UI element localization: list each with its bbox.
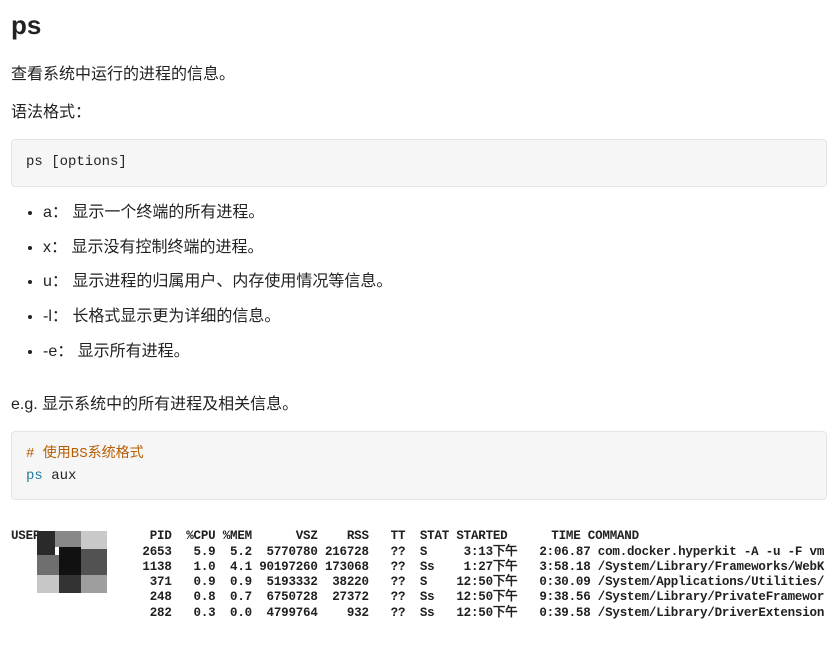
code-args: aux <box>43 468 77 484</box>
output-row: 371 0.9 0.9 5193332 38220 ?? S 12:50下午 0… <box>11 575 824 589</box>
redaction-overlay <box>37 531 109 593</box>
list-item: x： 显示没有控制终端的进程。 <box>43 236 827 261</box>
example-label: e.g. 显示系统中的所有进程及相关信息。 <box>11 393 827 417</box>
terminal-output: USER PID %CPU %MEM VSZ RSS TT STAT START… <box>11 514 827 651</box>
list-item: u： 显示进程的归属用户、内存使用情况等信息。 <box>43 270 827 295</box>
options-list: a： 显示一个终端的所有进程。 x： 显示没有控制终端的进程。 u： 显示进程的… <box>11 201 827 365</box>
list-item: -e： 显示所有进程。 <box>43 340 827 365</box>
output-row: 1138 1.0 4.1 90197260 173068 ?? Ss 1:27下… <box>11 560 824 574</box>
output-row: 2653 5.9 5.2 5770780 216728 ?? S 3:13下午 … <box>11 545 824 559</box>
syntax-codeblock: ps [options] <box>11 139 827 187</box>
code-comment: # 使用BS系统格式 <box>26 446 144 462</box>
output-row: 248 0.8 0.7 6750728 27372 ?? Ss 12:50下午 … <box>11 590 824 604</box>
output-row: 282 0.3 0.0 4799764 932 ?? Ss 12:50下午 0:… <box>11 606 824 620</box>
page-title: ps <box>11 10 827 41</box>
list-item: a： 显示一个终端的所有进程。 <box>43 201 827 226</box>
list-item: -l： 长格式显示更为详细的信息。 <box>43 305 827 330</box>
example-codeblock: # 使用BS系统格式 ps aux <box>11 431 827 500</box>
code-command: ps <box>26 468 43 484</box>
syntax-label: 语法格式： <box>11 101 827 125</box>
intro-text: 查看系统中运行的进程的信息。 <box>11 63 827 87</box>
